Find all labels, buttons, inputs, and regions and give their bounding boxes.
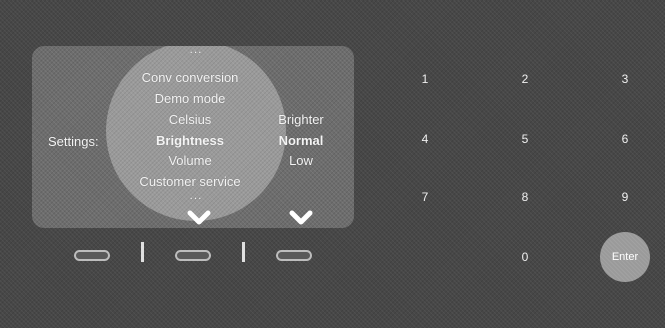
divider xyxy=(242,242,245,262)
soft-key-left[interactable] xyxy=(74,250,110,261)
soft-key-right[interactable] xyxy=(276,250,312,261)
display-panel: ... Conv conversion Demo mode Celsius Br… xyxy=(32,46,354,228)
menu-item-conv-conversion[interactable]: Conv conversion xyxy=(142,70,239,85)
key-0[interactable]: 0 xyxy=(505,243,545,271)
chevron-down-icon[interactable] xyxy=(288,208,314,228)
key-6[interactable]: 6 xyxy=(605,125,645,153)
key-1[interactable]: 1 xyxy=(405,65,445,93)
chevron-down-icon[interactable] xyxy=(186,208,212,228)
key-2[interactable]: 2 xyxy=(505,65,545,93)
option-brighter[interactable]: Brighter xyxy=(278,112,324,127)
menu-item-brightness[interactable]: Brightness xyxy=(156,133,224,148)
divider xyxy=(141,242,144,262)
menu-item-volume[interactable]: Volume xyxy=(168,153,211,168)
key-8[interactable]: 8 xyxy=(505,183,545,211)
key-3[interactable]: 3 xyxy=(605,65,645,93)
option-normal[interactable]: Normal xyxy=(279,133,324,148)
menu-item-demo-mode[interactable]: Demo mode xyxy=(155,91,226,106)
menu-item-celsius[interactable]: Celsius xyxy=(169,112,212,127)
menu-ellipsis-top: ... xyxy=(189,46,203,56)
soft-key-middle[interactable] xyxy=(175,250,211,261)
option-low[interactable]: Low xyxy=(289,153,313,168)
enter-button[interactable]: Enter xyxy=(600,232,650,282)
key-7[interactable]: 7 xyxy=(405,183,445,211)
settings-label: Settings: xyxy=(48,134,99,149)
menu-item-customer-service[interactable]: Customer service xyxy=(139,174,240,189)
key-5[interactable]: 5 xyxy=(505,125,545,153)
key-9[interactable]: 9 xyxy=(605,183,645,211)
key-4[interactable]: 4 xyxy=(405,125,445,153)
menu-ellipsis-bottom: ... xyxy=(189,188,203,202)
